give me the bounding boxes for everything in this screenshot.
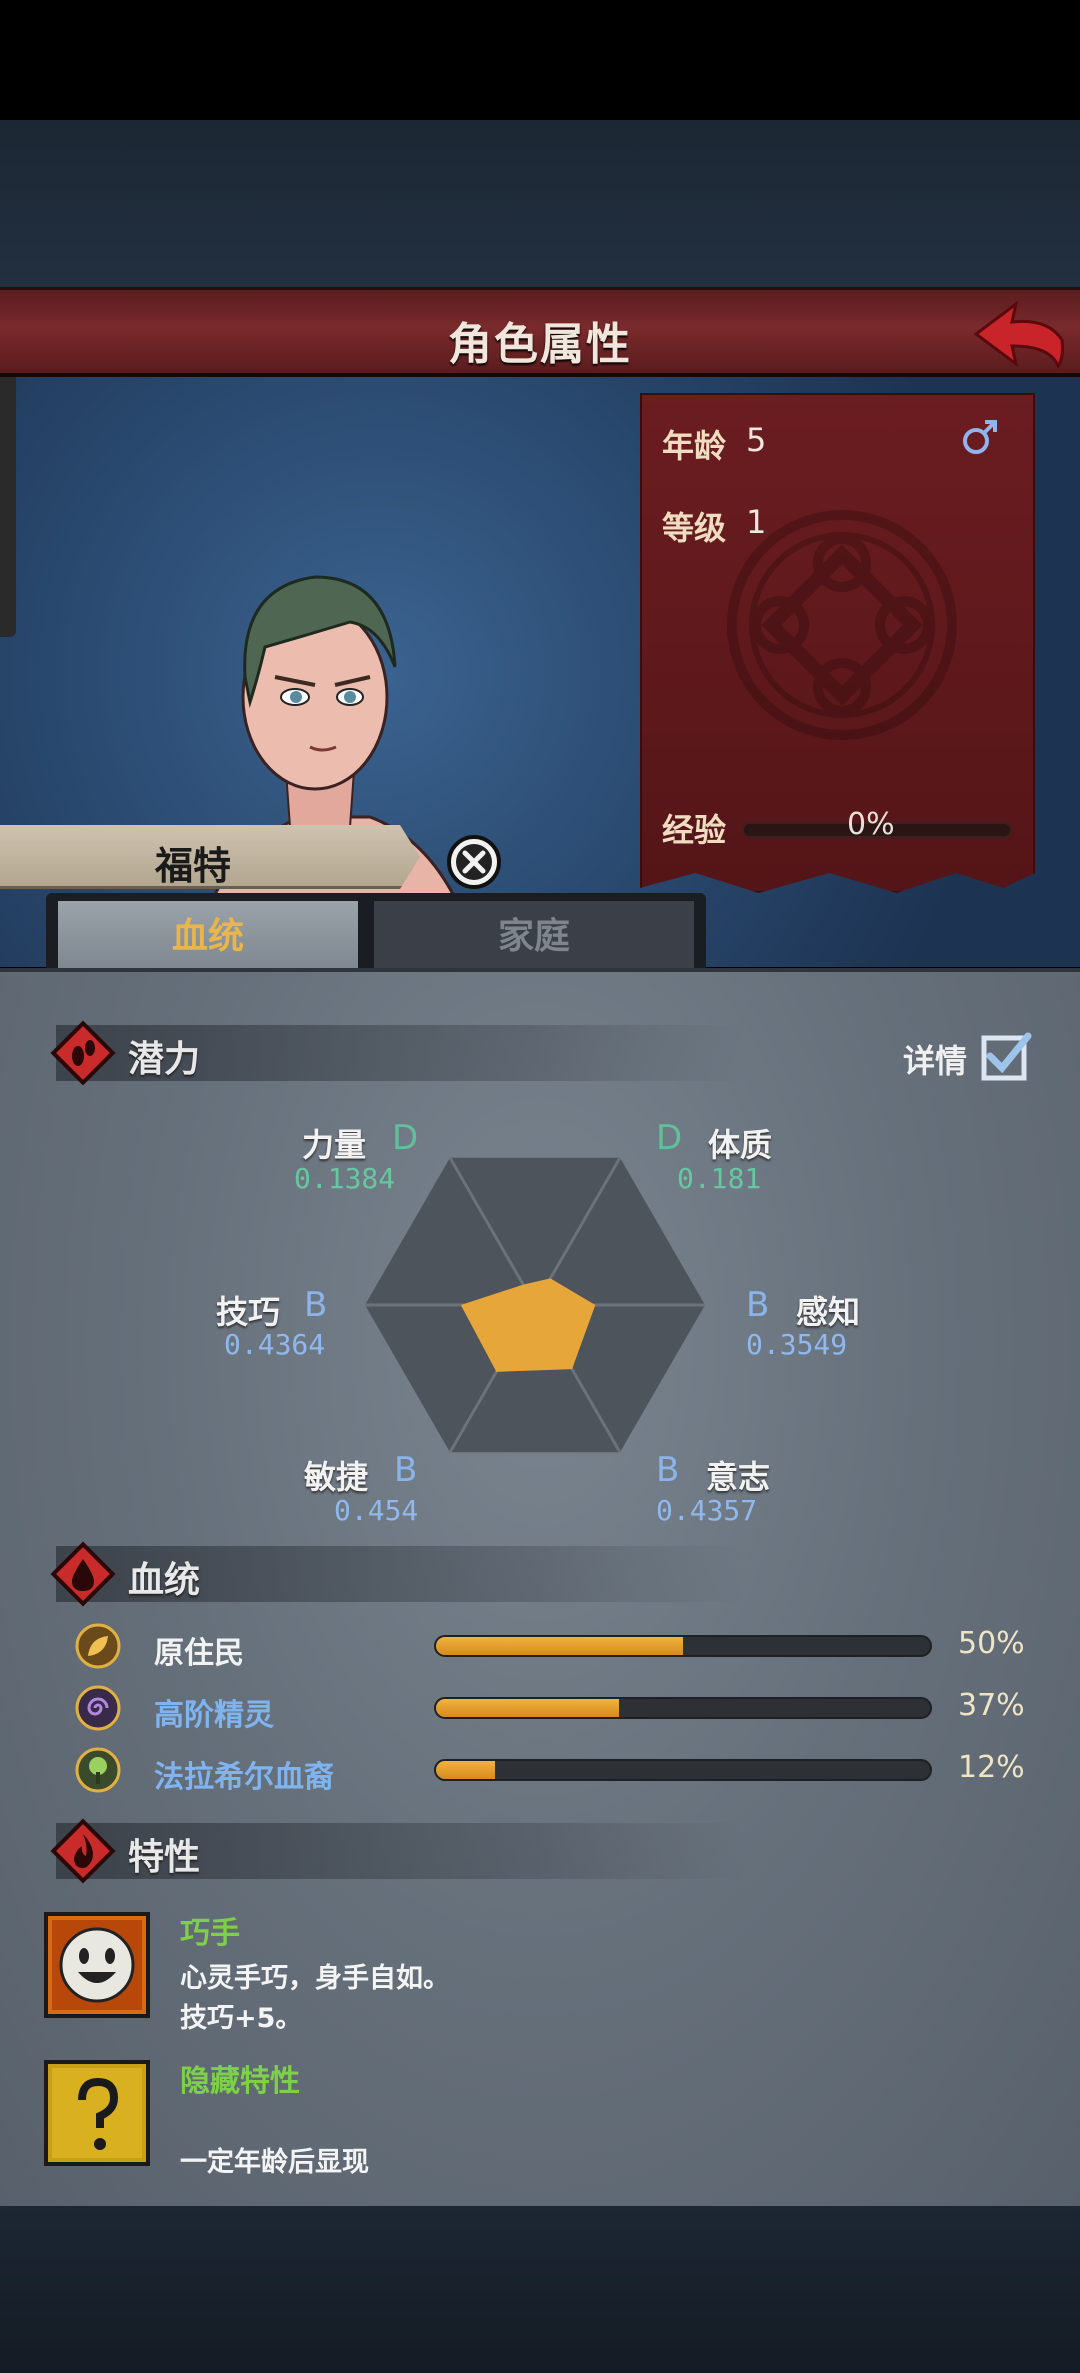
bloodline-bar-fill bbox=[436, 1637, 683, 1655]
flame-icon bbox=[50, 1818, 116, 1884]
tab-family[interactable]: 家庭 bbox=[374, 901, 694, 973]
character-name: 福特 bbox=[155, 844, 232, 888]
details-checkbox[interactable] bbox=[980, 1030, 1032, 1082]
bloodline-name: 原住民 bbox=[154, 1636, 244, 1671]
exp-value: 0% bbox=[847, 807, 895, 842]
status-area bbox=[0, 0, 1080, 120]
bloodline-row: 高阶精灵 37% bbox=[74, 1684, 1034, 1736]
trait-description: 一定年龄后显现 bbox=[180, 2147, 369, 2178]
stat-name-perception: 感知 bbox=[796, 1293, 861, 1331]
bloodline-bar bbox=[434, 1635, 932, 1657]
trait-name: 隐藏特性 bbox=[180, 2064, 300, 2099]
stat-value-skill: 0.4364 bbox=[224, 1328, 326, 1361]
question-mark-icon bbox=[44, 2060, 150, 2166]
stat-name-will: 意志 bbox=[706, 1458, 771, 1496]
name-banner: 福特 bbox=[0, 825, 420, 889]
bloodline-bar bbox=[434, 1697, 932, 1719]
details-label: 详情 bbox=[903, 1042, 968, 1080]
stat-value-will: 0.4357 bbox=[656, 1494, 758, 1527]
portrait-edge bbox=[0, 377, 16, 637]
close-icon[interactable] bbox=[446, 834, 502, 890]
exp-label: 经验 bbox=[662, 811, 727, 849]
bloodline-name: 高阶精灵 bbox=[154, 1698, 274, 1733]
header-bar: 角色属性 bbox=[0, 287, 1080, 377]
potential-title: 潜力 bbox=[128, 1039, 201, 1080]
bloodline-percent: 12% bbox=[958, 1750, 1025, 1785]
stat-name-agility: 敏捷 bbox=[304, 1458, 369, 1496]
bloodline-percent: 50% bbox=[958, 1626, 1025, 1661]
stat-grade-constitution: D bbox=[656, 1118, 683, 1158]
stat-grade-agility: B bbox=[394, 1450, 418, 1490]
bloodline-bar-fill bbox=[436, 1761, 496, 1779]
bloodline-bar-fill bbox=[436, 1699, 619, 1717]
blood-drop-icon bbox=[50, 1541, 116, 1607]
stat-value-constitution: 0.181 bbox=[677, 1162, 762, 1195]
bloodline-name: 法拉希尔血裔 bbox=[154, 1760, 334, 1795]
stat-value-agility: 0.454 bbox=[334, 1494, 419, 1527]
leaf-icon bbox=[75, 1623, 121, 1669]
stat-name-strength: 力量 bbox=[302, 1126, 367, 1164]
level-label: 等级 bbox=[662, 509, 727, 547]
spiral-icon bbox=[75, 1685, 121, 1731]
age-label: 年龄 bbox=[662, 427, 727, 465]
tab-bloodline[interactable]: 血统 bbox=[58, 901, 358, 973]
bloodline-row: 原住民 50% bbox=[74, 1622, 1034, 1674]
age-value: 5 bbox=[746, 421, 767, 459]
level-value: 1 bbox=[746, 503, 767, 541]
bloodline-row: 法拉希尔血裔 12% bbox=[74, 1746, 1034, 1798]
stat-grade-will: B bbox=[656, 1450, 680, 1490]
stat-name-skill: 技巧 bbox=[216, 1293, 281, 1331]
stat-grade-strength: D bbox=[392, 1118, 419, 1158]
tab-bar: 血统 家庭 bbox=[46, 893, 706, 973]
knot-emblem-icon bbox=[727, 510, 957, 740]
trait-effect: 技巧+5。 bbox=[180, 2003, 303, 2034]
footprint-icon bbox=[50, 1020, 116, 1086]
trait-description: 心灵手巧，身手自如。 bbox=[180, 1963, 450, 1994]
trait-name: 巧手 bbox=[180, 1916, 240, 1951]
bloodline-bar bbox=[434, 1759, 932, 1781]
info-panel: 年龄 5 等级 1 经验 0% bbox=[640, 393, 1035, 893]
top-background bbox=[0, 120, 1080, 288]
stat-grade-perception: B bbox=[746, 1285, 770, 1325]
traits-title: 特性 bbox=[128, 1837, 201, 1878]
bloodline-title: 血统 bbox=[128, 1560, 201, 1601]
bloodline-percent: 37% bbox=[958, 1688, 1025, 1723]
tree-icon bbox=[75, 1747, 121, 1793]
stat-name-constitution: 体质 bbox=[708, 1126, 773, 1164]
stat-value-perception: 0.3549 bbox=[746, 1328, 848, 1361]
male-icon bbox=[963, 420, 997, 454]
stat-grade-skill: B bbox=[304, 1285, 328, 1325]
stat-value-strength: 0.1384 bbox=[294, 1162, 396, 1195]
bottom-background bbox=[0, 2206, 1080, 2373]
back-arrow-icon[interactable] bbox=[968, 296, 1068, 372]
page-title: 角色属性 bbox=[448, 319, 632, 370]
smile-face-icon bbox=[44, 1912, 150, 2018]
